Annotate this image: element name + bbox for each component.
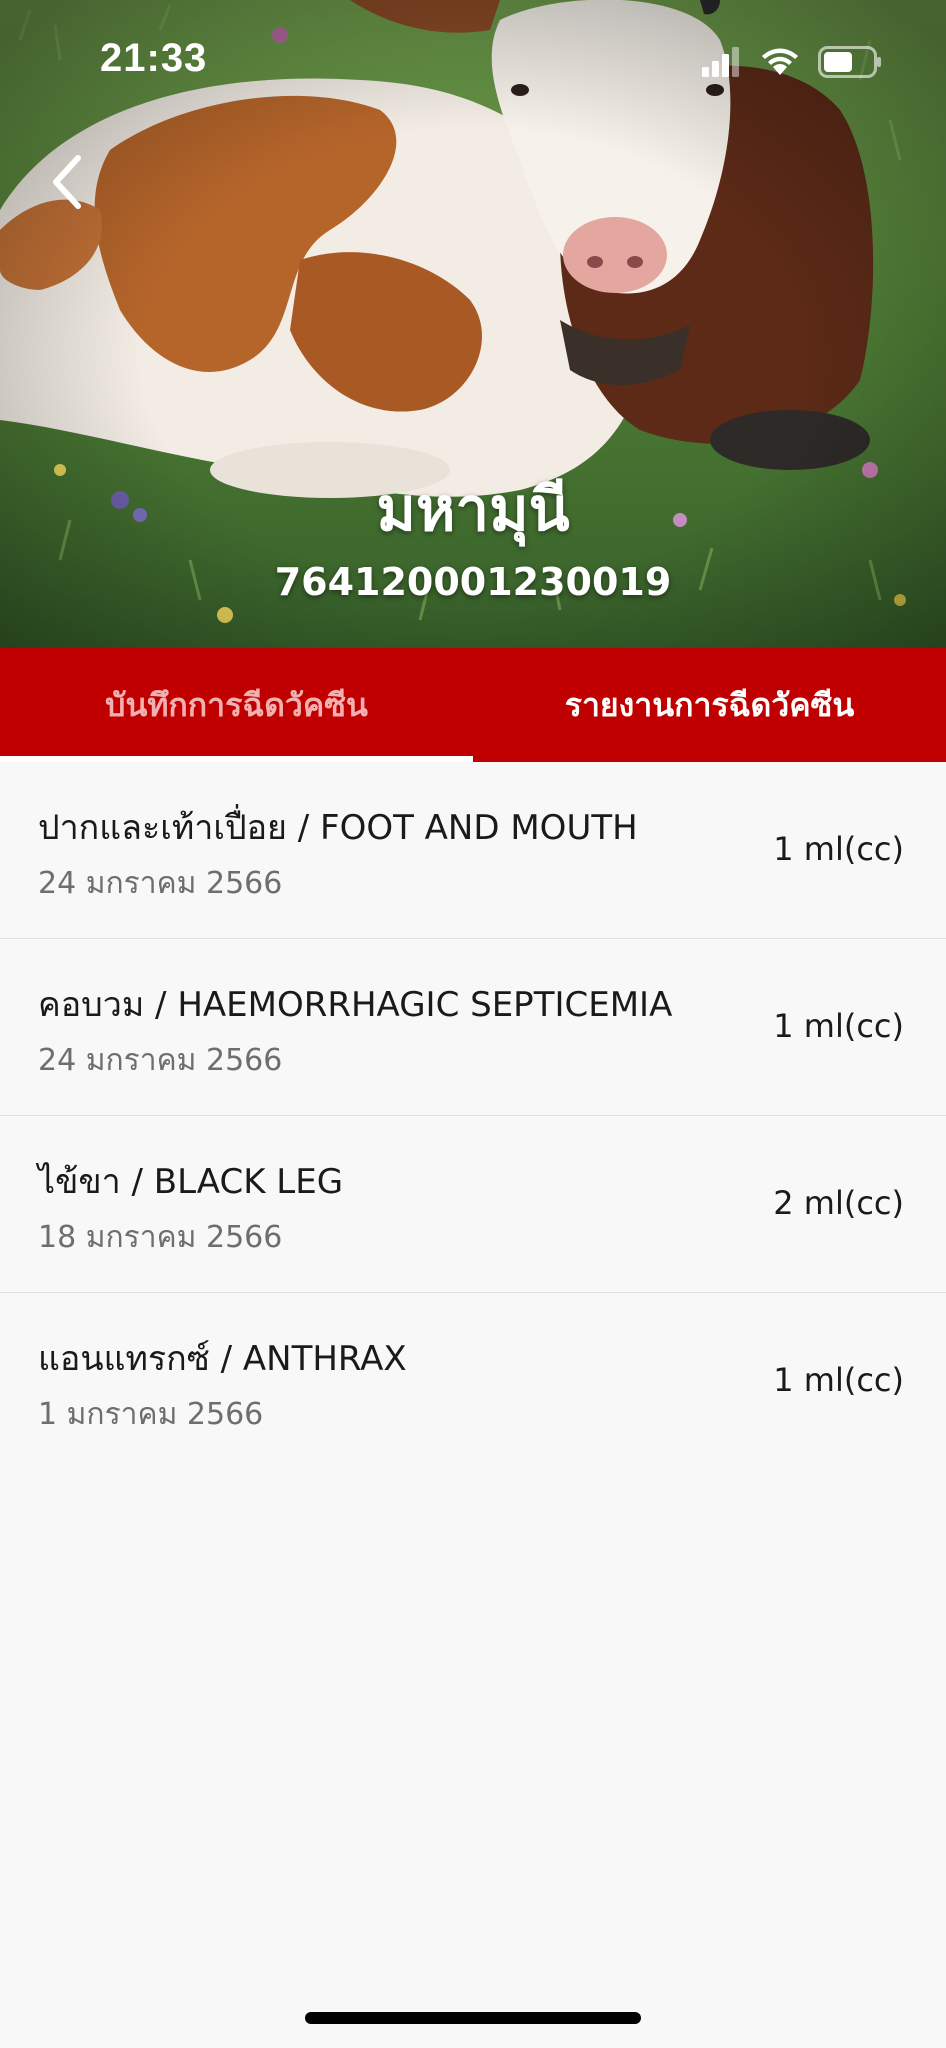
vaccine-name: แอนแทรกซ์ / ANTHRAX <box>38 1339 407 1379</box>
header-hero: 21:33 มหามุนี 764120001230019 <box>0 0 946 648</box>
back-button[interactable] <box>42 150 98 214</box>
tab-label: บันทึกการฉีดวัคซีน <box>105 685 368 724</box>
chevron-left-icon <box>53 155 81 209</box>
tab-vaccination-report[interactable]: รายงานการฉีดวัคซีน <box>473 648 946 762</box>
home-indicator <box>305 2012 641 2024</box>
vaccine-dose: 1 ml(cc) <box>773 830 904 868</box>
vaccine-date: 1 มกราคม 2566 <box>38 1397 264 1432</box>
vaccine-name: ปากและเท้าเปื่อย / FOOT AND MOUTH <box>38 808 638 848</box>
vaccine-name: คอบวม / HAEMORRHAGIC SEPTICEMIA <box>38 985 673 1025</box>
list-item[interactable]: แอนแทรกซ์ / ANTHRAX 1 มกราคม 2566 1 ml(c… <box>0 1293 946 1470</box>
battery-icon <box>818 46 881 78</box>
vaccine-dose: 1 ml(cc) <box>773 1007 904 1045</box>
list-item[interactable]: ไข้ขา / BLACK LEG 18 มกราคม 2566 2 ml(cc… <box>0 1116 946 1293</box>
list-item[interactable]: ปากและเท้าเปื่อย / FOOT AND MOUTH 24 มกร… <box>0 762 946 939</box>
vaccine-date: 24 มกราคม 2566 <box>38 866 283 901</box>
vaccine-dose: 2 ml(cc) <box>773 1184 904 1222</box>
signal-icon <box>702 47 739 77</box>
status-bar: 21:33 <box>0 0 946 120</box>
status-time: 21:33 <box>100 36 208 80</box>
tab-label: รายงานการฉีดวัคซีน <box>564 685 855 724</box>
animal-id: 764120001230019 <box>274 560 672 604</box>
wifi-icon <box>762 48 798 75</box>
vaccine-date: 24 มกราคม 2566 <box>38 1043 283 1078</box>
vaccine-name: ไข้ขา / BLACK LEG <box>38 1162 344 1202</box>
tab-vaccination-record[interactable]: บันทึกการฉีดวัคซีน <box>0 648 473 762</box>
tab-bar: บันทึกการฉีดวัคซีน รายงานการฉีดวัคซีน <box>0 648 946 762</box>
status-icons <box>702 44 882 80</box>
animal-name: มหามุนี <box>376 475 570 545</box>
vaccine-dose: 1 ml(cc) <box>773 1361 904 1399</box>
vaccination-list: ปากและเท้าเปื่อย / FOOT AND MOUTH 24 มกร… <box>0 762 946 1470</box>
vaccine-date: 18 มกราคม 2566 <box>38 1220 283 1255</box>
list-item[interactable]: คอบวม / HAEMORRHAGIC SEPTICEMIA 24 มกราค… <box>0 939 946 1116</box>
